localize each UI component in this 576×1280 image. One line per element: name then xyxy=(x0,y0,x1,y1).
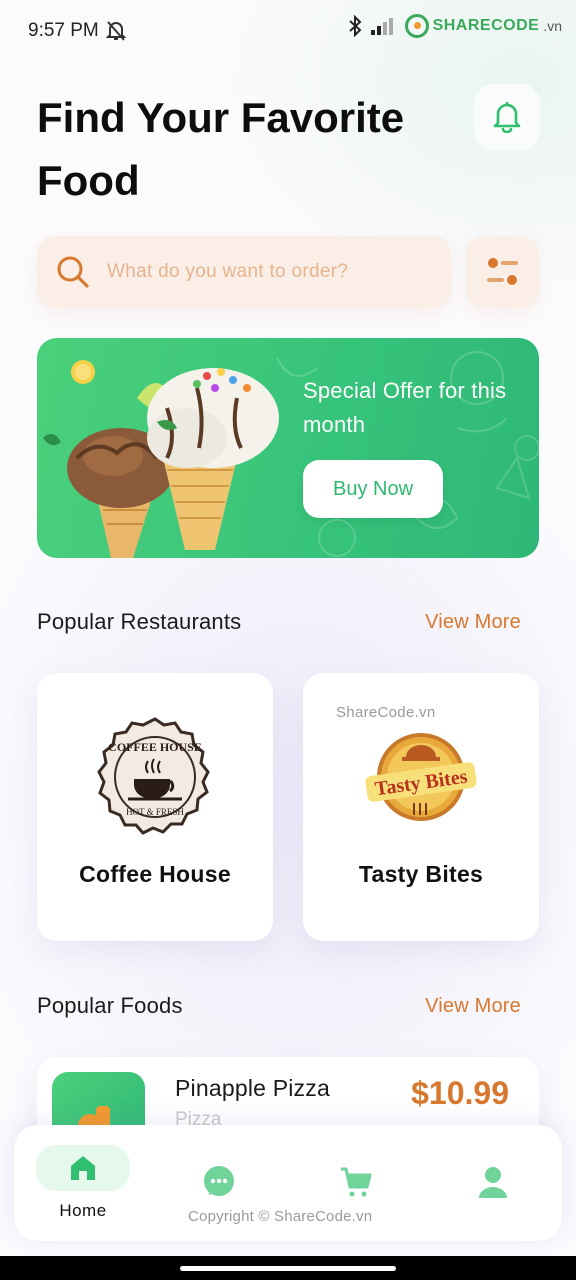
watermark-text: ShareCode.vn xyxy=(336,704,436,721)
status-time: 9:57 PM xyxy=(28,20,99,41)
chat-icon[interactable] xyxy=(202,1165,236,1199)
bell-icon xyxy=(493,101,521,133)
notification-button[interactable] xyxy=(474,84,540,150)
page-title: Find Your Favorite Food xyxy=(37,94,405,204)
restaurant-name: Tasty Bites xyxy=(358,861,484,887)
banner-text: Special Offer for this month xyxy=(303,378,507,437)
buy-now-button[interactable]: Buy Now xyxy=(303,460,443,518)
watermark-logo-icon xyxy=(404,14,429,38)
popular-foods-title: Popular Foods xyxy=(37,993,183,1018)
search-icon xyxy=(57,256,89,288)
food-price: $10.99 xyxy=(411,1075,509,1111)
watermark-logo: SHARECODE .vn xyxy=(404,14,562,38)
status-bar: 9:57 PM SHARECODE .vn xyxy=(0,0,576,62)
restaurant-name: Coffee House xyxy=(79,861,231,887)
promo-banner: Special Offer for this month Buy Now xyxy=(37,338,539,558)
watermark-brand: SHARECODE xyxy=(432,17,540,34)
popular-restaurants-title: Popular Restaurants xyxy=(37,609,242,634)
copyright-text: Copyright © ShareCode.vn xyxy=(188,1208,373,1225)
filter-button[interactable] xyxy=(466,236,539,308)
bluetooth-icon xyxy=(348,15,362,37)
food-name: Pinapple Pizza xyxy=(175,1075,330,1101)
profile-icon[interactable] xyxy=(476,1165,510,1199)
nav-home-button[interactable] xyxy=(36,1145,130,1191)
restaurant-card-coffee-house[interactable]: COFFEE HOUSE HOT & FRESH Coffee House xyxy=(37,673,273,941)
tasty-bites-logo: Tasty Bites xyxy=(365,733,477,821)
nav-home-label: Home xyxy=(59,1201,107,1220)
restaurants-view-more-link[interactable]: View More xyxy=(425,611,521,634)
search-bar xyxy=(37,236,451,308)
cart-icon[interactable] xyxy=(339,1165,373,1199)
watermark-domain: .vn xyxy=(543,18,562,34)
coffee-house-logo: COFFEE HOUSE HOT & FRESH xyxy=(97,717,210,835)
foods-view-more-link[interactable]: View More xyxy=(425,995,521,1018)
home-icon xyxy=(71,1156,95,1180)
signal-icon xyxy=(370,18,393,35)
coffee-house-logo-bottom-text: HOT & FRESH xyxy=(126,807,184,817)
search-input[interactable] xyxy=(107,236,437,308)
filter-icon xyxy=(487,258,518,285)
home-gesture-bar[interactable] xyxy=(180,1266,396,1271)
coffee-house-logo-top-text: COFFEE HOUSE xyxy=(108,740,202,754)
notifications-muted-icon xyxy=(106,21,126,41)
ice-cream-illustration xyxy=(43,360,279,558)
